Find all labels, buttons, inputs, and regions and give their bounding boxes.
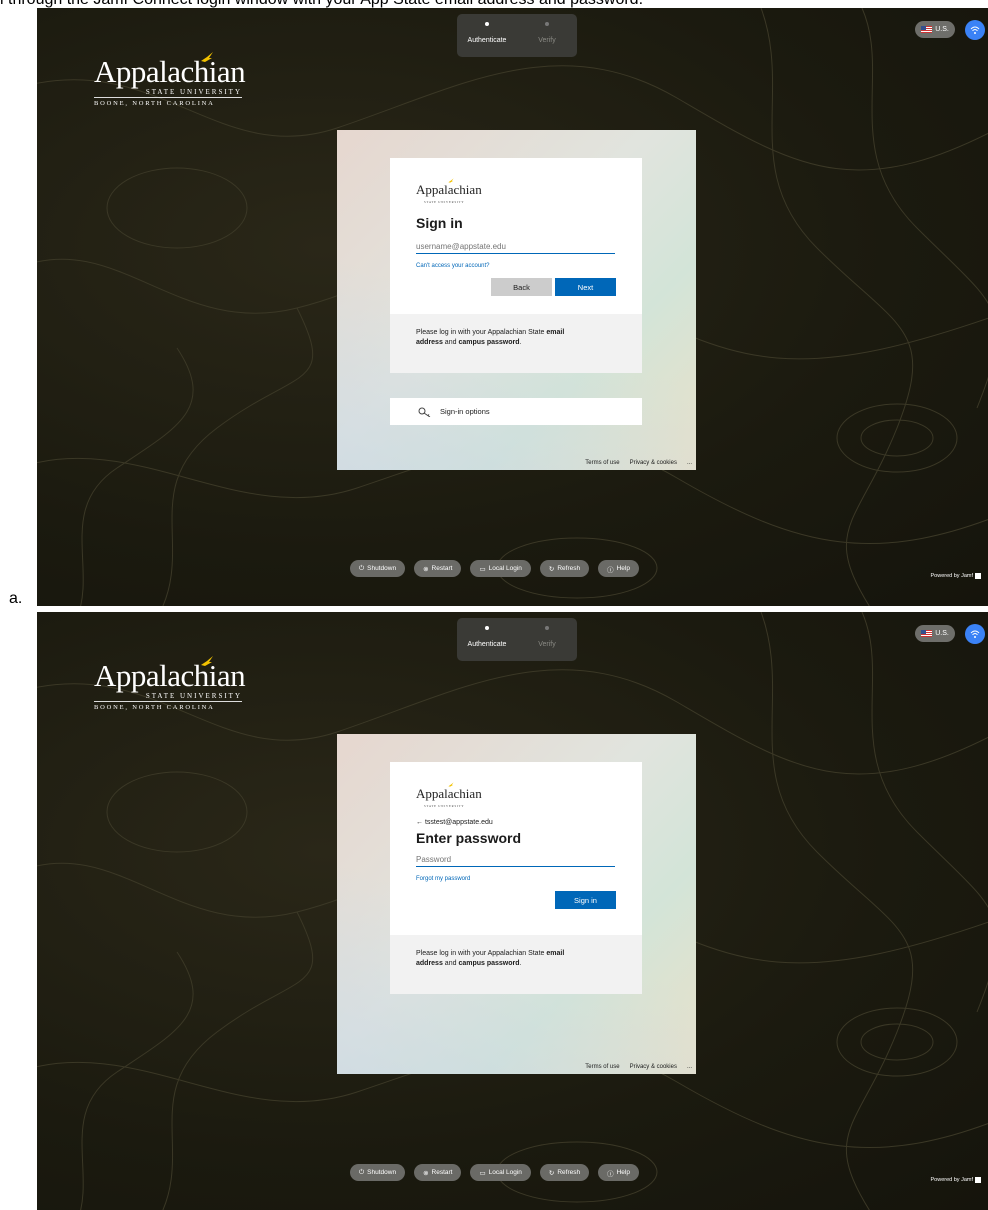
identity-back-link[interactable]: ← tsstest@appstate.edu <box>416 819 616 826</box>
restart-icon: ⊗ <box>423 1169 429 1177</box>
appalachian-logo: Appalachian STATE UNIVERSITY BOONE, NORT… <box>94 656 246 711</box>
privacy-link[interactable]: Privacy & cookies <box>630 1064 677 1070</box>
refresh-icon: ↻ <box>548 1169 555 1177</box>
sign-in-button[interactable]: Sign in <box>555 891 616 909</box>
forgot-password-link[interactable]: Forgot my password <box>416 876 616 882</box>
restart-icon: ⊗ <box>423 565 429 573</box>
auth-steps: Authenticate Verify <box>457 618 577 661</box>
bottom-toolbar: ⏻ Shutdown ⊗ Restart ▭ Local Login ↻ Refresh… <box>350 560 639 577</box>
step-verify: Verify <box>517 626 577 648</box>
powered-by-jamf: Powered by Jamf <box>931 573 981 579</box>
card-logo: Appalachian STATE UNIVERSITY <box>416 178 616 209</box>
laptop-icon: ▭ <box>479 565 486 573</box>
local-login-button[interactable]: ▭ Local Login <box>470 560 531 577</box>
login-notice: Please log in with your Appalachian Stat… <box>390 314 642 373</box>
help-icon: ⓘ <box>607 1170 614 1178</box>
key-icon <box>418 407 431 417</box>
bird-logo-icon <box>201 52 213 62</box>
sign-in-options-button[interactable]: Sign-in options <box>390 398 642 425</box>
login-notice: Please log in with your Appalachian Stat… <box>390 935 642 994</box>
shutdown-button[interactable]: ⏻ Shutdown <box>350 1164 406 1181</box>
appalachian-logo: Appalachian STATE UNIVERSITY BOONE, NORT… <box>94 52 246 107</box>
powered-by-jamf: Powered by Jamf <box>931 1177 981 1183</box>
step-verify: Verify <box>517 22 577 44</box>
more-options-button[interactable]: ... <box>687 1064 692 1070</box>
refresh-button[interactable]: ↻ Refresh <box>539 1164 590 1181</box>
wifi-icon[interactable] <box>965 624 985 644</box>
refresh-icon: ↻ <box>548 565 555 573</box>
help-button[interactable]: ⓘ Help <box>598 560 639 577</box>
login-screenshot-a: Authenticate Verify U.S. Appalachian STA… <box>37 8 988 606</box>
language-label: U.S. <box>935 630 949 637</box>
cant-access-link[interactable]: Can't access your account? <box>416 263 616 269</box>
password-input[interactable] <box>416 851 615 867</box>
power-icon: ⏻ <box>359 564 365 572</box>
sign-in-card: Appalachian STATE UNIVERSITY Sign in Can… <box>390 158 642 373</box>
refresh-button[interactable]: ↻ Refresh <box>539 560 590 577</box>
step-authenticate: Authenticate <box>457 626 517 648</box>
help-button[interactable]: ⓘ Help <box>598 1164 639 1181</box>
bottom-toolbar: ⏻ Shutdown ⊗ Restart ▭ Local Login ↻ Refresh… <box>350 1164 639 1181</box>
keyboard-language-button[interactable]: U.S. <box>915 21 955 38</box>
jamf-logo-icon <box>975 573 981 579</box>
power-icon: ⏻ <box>359 1168 365 1176</box>
next-button[interactable]: Next <box>555 278 616 296</box>
keyboard-language-button[interactable]: U.S. <box>915 625 955 642</box>
more-options-button[interactable]: ... <box>687 460 692 466</box>
auth-steps: Authenticate Verify <box>457 14 577 57</box>
restart-button[interactable]: ⊗ Restart <box>414 560 462 577</box>
login-panel: Appalachian STATE UNIVERSITY Sign in Can… <box>337 130 696 470</box>
jamf-logo-icon <box>975 1177 981 1183</box>
restart-button[interactable]: ⊗ Restart <box>414 1164 462 1181</box>
language-label: U.S. <box>935 26 949 33</box>
us-flag-icon <box>921 630 933 637</box>
terms-link[interactable]: Terms of use <box>585 460 619 466</box>
card-title: Enter password <box>416 830 522 846</box>
username-input[interactable] <box>416 238 615 254</box>
bird-logo-icon <box>448 178 454 183</box>
sign-in-options-label: Sign-in options <box>440 407 490 416</box>
bird-logo-icon <box>201 656 213 666</box>
card-footer: Terms of use Privacy & cookies ... <box>585 460 692 466</box>
us-flag-icon <box>921 26 933 33</box>
card-title: Sign in <box>416 215 463 231</box>
step-authenticate: Authenticate <box>457 22 517 44</box>
terms-link[interactable]: Terms of use <box>585 1064 619 1070</box>
arrow-left-icon: ← <box>416 819 423 826</box>
login-screenshot-b: Authenticate Verify U.S. Appalachian STA… <box>37 612 988 1210</box>
wifi-icon[interactable] <box>965 20 985 40</box>
bird-logo-icon <box>448 782 454 787</box>
back-button[interactable]: Back <box>491 278 552 296</box>
step-letter-a: a. <box>9 590 23 607</box>
identity-email: tsstest@appstate.edu <box>424 819 493 826</box>
laptop-icon: ▭ <box>479 1169 486 1177</box>
login-panel: Appalachian STATE UNIVERSITY ← tsstest@a… <box>337 734 696 1074</box>
password-card: Appalachian STATE UNIVERSITY ← tsstest@a… <box>390 762 642 994</box>
local-login-button[interactable]: ▭ Local Login <box>470 1164 531 1181</box>
privacy-link[interactable]: Privacy & cookies <box>630 460 677 466</box>
shutdown-button[interactable]: ⏻ Shutdown <box>350 560 406 577</box>
card-footer: Terms of use Privacy & cookies ... <box>585 1064 692 1070</box>
help-icon: ⓘ <box>607 566 614 574</box>
card-logo: Appalachian STATE UNIVERSITY <box>416 782 616 813</box>
